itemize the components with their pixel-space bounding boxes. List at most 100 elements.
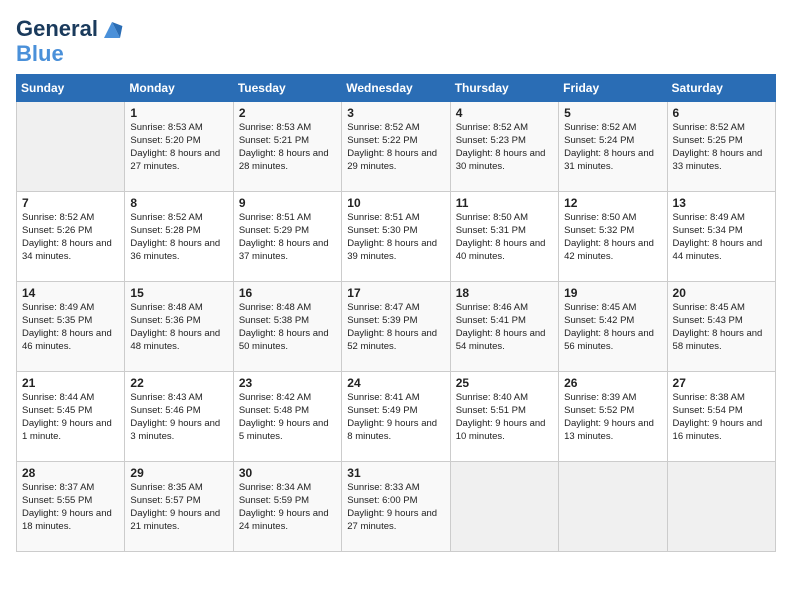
cell-info: Sunrise: 8:51 AMSunset: 5:30 PMDaylight:… bbox=[347, 212, 444, 263]
cell-info: Sunrise: 8:39 AMSunset: 5:52 PMDaylight:… bbox=[564, 392, 661, 443]
day-number: 7 bbox=[22, 196, 119, 210]
calendar-cell: 11 Sunrise: 8:50 AMSunset: 5:31 PMDayligh… bbox=[450, 192, 558, 282]
day-number: 16 bbox=[239, 286, 336, 300]
day-number: 10 bbox=[347, 196, 444, 210]
day-number: 29 bbox=[130, 466, 227, 480]
calendar-cell: 19 Sunrise: 8:45 AMSunset: 5:42 PMDayligh… bbox=[559, 282, 667, 372]
cell-info: Sunrise: 8:52 AMSunset: 5:28 PMDaylight:… bbox=[130, 212, 227, 263]
weekday-header-wednesday: Wednesday bbox=[342, 75, 450, 102]
calendar-cell: 10 Sunrise: 8:51 AMSunset: 5:30 PMDayligh… bbox=[342, 192, 450, 282]
cell-info: Sunrise: 8:34 AMSunset: 5:59 PMDaylight:… bbox=[239, 482, 336, 533]
cell-info: Sunrise: 8:52 AMSunset: 5:24 PMDaylight:… bbox=[564, 122, 661, 173]
day-number: 27 bbox=[673, 376, 770, 390]
calendar-cell: 18 Sunrise: 8:46 AMSunset: 5:41 PMDayligh… bbox=[450, 282, 558, 372]
cell-info: Sunrise: 8:37 AMSunset: 5:55 PMDaylight:… bbox=[22, 482, 119, 533]
cell-info: Sunrise: 8:52 AMSunset: 5:23 PMDaylight:… bbox=[456, 122, 553, 173]
cell-info: Sunrise: 8:45 AMSunset: 5:42 PMDaylight:… bbox=[564, 302, 661, 353]
calendar-cell: 4 Sunrise: 8:52 AMSunset: 5:23 PMDaylight… bbox=[450, 102, 558, 192]
cell-info: Sunrise: 8:52 AMSunset: 5:25 PMDaylight:… bbox=[673, 122, 770, 173]
cell-info: Sunrise: 8:33 AMSunset: 6:00 PMDaylight:… bbox=[347, 482, 444, 533]
day-number: 14 bbox=[22, 286, 119, 300]
day-number: 26 bbox=[564, 376, 661, 390]
cell-info: Sunrise: 8:52 AMSunset: 5:26 PMDaylight:… bbox=[22, 212, 119, 263]
calendar-cell: 3 Sunrise: 8:52 AMSunset: 5:22 PMDaylight… bbox=[342, 102, 450, 192]
calendar-week-row: 28 Sunrise: 8:37 AMSunset: 5:55 PMDayligh… bbox=[17, 462, 776, 552]
cell-info: Sunrise: 8:42 AMSunset: 5:48 PMDaylight:… bbox=[239, 392, 336, 443]
calendar-cell: 29Sunrise: 8:35 AMSunset: 5:57 PMDayligh… bbox=[125, 462, 233, 552]
logo-icon bbox=[100, 18, 124, 42]
day-number: 22 bbox=[130, 376, 227, 390]
day-number: 11 bbox=[456, 196, 553, 210]
calendar-week-row: 14 Sunrise: 8:49 AMSunset: 5:35 PMDayligh… bbox=[17, 282, 776, 372]
calendar-cell: 16 Sunrise: 8:48 AMSunset: 5:38 PMDayligh… bbox=[233, 282, 341, 372]
cell-info: Sunrise: 8:40 AMSunset: 5:51 PMDaylight:… bbox=[456, 392, 553, 443]
day-number: 9 bbox=[239, 196, 336, 210]
calendar-cell: 30 Sunrise: 8:34 AMSunset: 5:59 PMDayligh… bbox=[233, 462, 341, 552]
weekday-header-thursday: Thursday bbox=[450, 75, 558, 102]
logo: General Blue bbox=[16, 16, 124, 66]
day-number: 21 bbox=[22, 376, 119, 390]
calendar-cell: 2 Sunrise: 8:53 AMSunset: 5:21 PMDaylight… bbox=[233, 102, 341, 192]
cell-info: Sunrise: 8:50 AMSunset: 5:31 PMDaylight:… bbox=[456, 212, 553, 263]
day-number: 12 bbox=[564, 196, 661, 210]
cell-info: Sunrise: 8:53 AMSunset: 5:21 PMDaylight:… bbox=[239, 122, 336, 173]
cell-info: Sunrise: 8:52 AMSunset: 5:22 PMDaylight:… bbox=[347, 122, 444, 173]
day-number: 18 bbox=[456, 286, 553, 300]
calendar-week-row: 21Sunrise: 8:44 AMSunset: 5:45 PMDayligh… bbox=[17, 372, 776, 462]
calendar-table: SundayMondayTuesdayWednesdayThursdayFrid… bbox=[16, 74, 776, 552]
calendar-cell: 6Sunrise: 8:52 AMSunset: 5:25 PMDaylight… bbox=[667, 102, 775, 192]
calendar-cell bbox=[559, 462, 667, 552]
day-number: 23 bbox=[239, 376, 336, 390]
weekday-header-tuesday: Tuesday bbox=[233, 75, 341, 102]
day-number: 13 bbox=[673, 196, 770, 210]
day-number: 5 bbox=[564, 106, 661, 120]
calendar-week-row: 7 Sunrise: 8:52 AMSunset: 5:26 PMDaylight… bbox=[17, 192, 776, 282]
weekday-header-monday: Monday bbox=[125, 75, 233, 102]
day-number: 19 bbox=[564, 286, 661, 300]
calendar-cell: 26 Sunrise: 8:39 AMSunset: 5:52 PMDayligh… bbox=[559, 372, 667, 462]
logo-text: General bbox=[16, 17, 98, 41]
day-number: 24 bbox=[347, 376, 444, 390]
cell-info: Sunrise: 8:51 AMSunset: 5:29 PMDaylight:… bbox=[239, 212, 336, 263]
calendar-cell: 28 Sunrise: 8:37 AMSunset: 5:55 PMDayligh… bbox=[17, 462, 125, 552]
day-number: 3 bbox=[347, 106, 444, 120]
calendar-cell: 22 Sunrise: 8:43 AMSunset: 5:46 PMDayligh… bbox=[125, 372, 233, 462]
cell-info: Sunrise: 8:46 AMSunset: 5:41 PMDaylight:… bbox=[456, 302, 553, 353]
cell-info: Sunrise: 8:49 AMSunset: 5:35 PMDaylight:… bbox=[22, 302, 119, 353]
day-number: 15 bbox=[130, 286, 227, 300]
calendar-week-row: 1 Sunrise: 8:53 AMSunset: 5:20 PMDaylight… bbox=[17, 102, 776, 192]
calendar-cell: 12 Sunrise: 8:50 AMSunset: 5:32 PMDayligh… bbox=[559, 192, 667, 282]
weekday-header-sunday: Sunday bbox=[17, 75, 125, 102]
calendar-cell: 31Sunrise: 8:33 AMSunset: 6:00 PMDayligh… bbox=[342, 462, 450, 552]
calendar-cell: 14 Sunrise: 8:49 AMSunset: 5:35 PMDayligh… bbox=[17, 282, 125, 372]
cell-info: Sunrise: 8:48 AMSunset: 5:36 PMDaylight:… bbox=[130, 302, 227, 353]
calendar-cell: 25 Sunrise: 8:40 AMSunset: 5:51 PMDayligh… bbox=[450, 372, 558, 462]
calendar-header-row: SundayMondayTuesdayWednesdayThursdayFrid… bbox=[17, 75, 776, 102]
cell-info: Sunrise: 8:48 AMSunset: 5:38 PMDaylight:… bbox=[239, 302, 336, 353]
day-number: 4 bbox=[456, 106, 553, 120]
calendar-cell: 15 Sunrise: 8:48 AMSunset: 5:36 PMDayligh… bbox=[125, 282, 233, 372]
day-number: 25 bbox=[456, 376, 553, 390]
day-number: 1 bbox=[130, 106, 227, 120]
calendar-cell: 23 Sunrise: 8:42 AMSunset: 5:48 PMDayligh… bbox=[233, 372, 341, 462]
day-number: 30 bbox=[239, 466, 336, 480]
calendar-cell: 27 Sunrise: 8:38 AMSunset: 5:54 PMDayligh… bbox=[667, 372, 775, 462]
calendar-cell: 8 Sunrise: 8:52 AMSunset: 5:28 PMDaylight… bbox=[125, 192, 233, 282]
cell-info: Sunrise: 8:53 AMSunset: 5:20 PMDaylight:… bbox=[130, 122, 227, 173]
calendar-cell: 13Sunrise: 8:49 AMSunset: 5:34 PMDayligh… bbox=[667, 192, 775, 282]
day-number: 8 bbox=[130, 196, 227, 210]
cell-info: Sunrise: 8:41 AMSunset: 5:49 PMDaylight:… bbox=[347, 392, 444, 443]
cell-info: Sunrise: 8:50 AMSunset: 5:32 PMDaylight:… bbox=[564, 212, 661, 263]
calendar-cell: 17 Sunrise: 8:47 AMSunset: 5:39 PMDayligh… bbox=[342, 282, 450, 372]
cell-info: Sunrise: 8:47 AMSunset: 5:39 PMDaylight:… bbox=[347, 302, 444, 353]
day-number: 17 bbox=[347, 286, 444, 300]
cell-info: Sunrise: 8:43 AMSunset: 5:46 PMDaylight:… bbox=[130, 392, 227, 443]
day-number: 2 bbox=[239, 106, 336, 120]
cell-info: Sunrise: 8:38 AMSunset: 5:54 PMDaylight:… bbox=[673, 392, 770, 443]
weekday-header-saturday: Saturday bbox=[667, 75, 775, 102]
weekday-header-friday: Friday bbox=[559, 75, 667, 102]
calendar-cell: 7 Sunrise: 8:52 AMSunset: 5:26 PMDaylight… bbox=[17, 192, 125, 282]
calendar-cell: 5 Sunrise: 8:52 AMSunset: 5:24 PMDaylight… bbox=[559, 102, 667, 192]
calendar-cell: 20Sunrise: 8:45 AMSunset: 5:43 PMDayligh… bbox=[667, 282, 775, 372]
day-number: 28 bbox=[22, 466, 119, 480]
